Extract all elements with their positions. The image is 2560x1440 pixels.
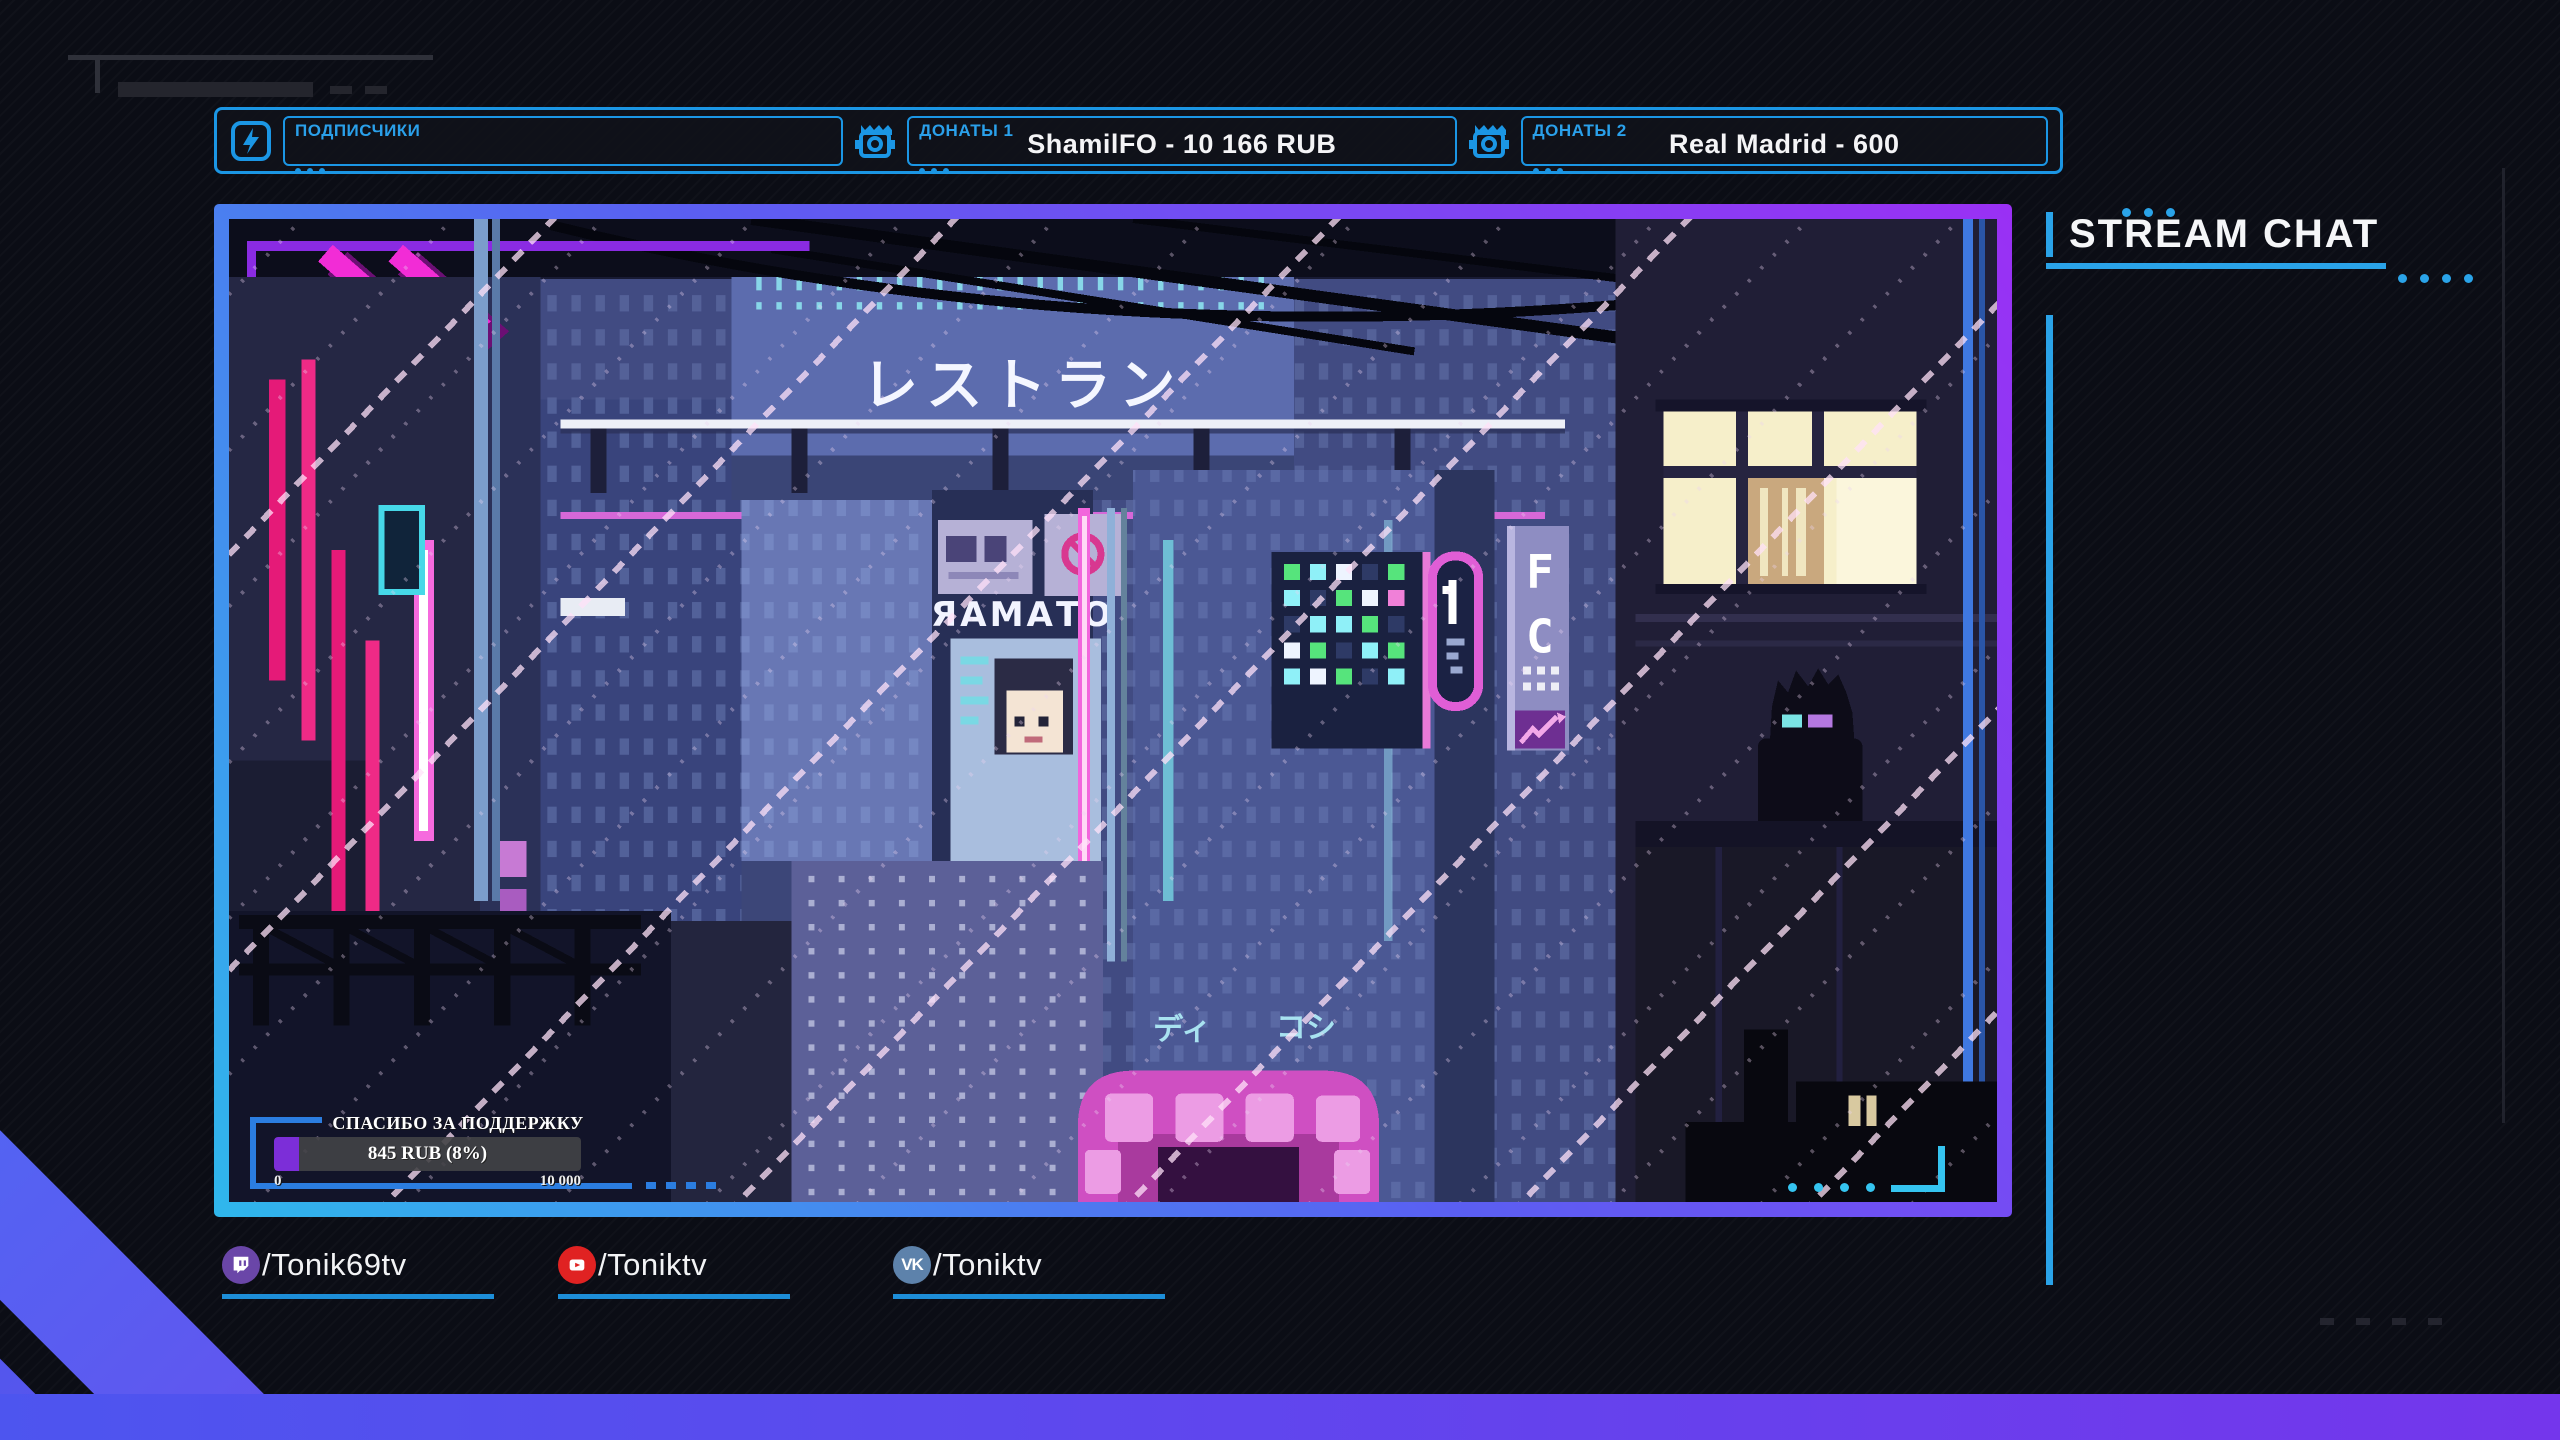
- twitch-icon: [222, 1246, 260, 1284]
- decor-line: [118, 82, 313, 97]
- donation-goal-widget: СПАСИБО ЗА ПОДДЕРЖКУ 845 RUB (8%) 0 10 0…: [250, 1113, 656, 1190]
- decor-line: [2502, 168, 2505, 1123]
- decor-dots: [646, 1182, 656, 1189]
- restaurant-sign-text: レストラン: [862, 354, 1183, 419]
- donations-1-widget: ДОНАТЫ 1 ShamilFO - 10 166 RUB: [907, 115, 1457, 174]
- goal-scale-min: 0: [274, 1173, 282, 1189]
- decor-dots: [295, 167, 301, 174]
- decor-dots: [2398, 274, 2407, 283]
- stream-chat-header: STREAM CHAT: [2046, 208, 2486, 283]
- decor-dash: [2428, 1318, 2442, 1325]
- social-underline: [558, 1294, 790, 1299]
- stream-chat-underline: [2046, 263, 2386, 269]
- video-frame: レストラン ЯАМАТО F C ディ コシ СПАСИБО ЗА ПОДДЕР…: [214, 204, 2012, 1217]
- decor-dots: [919, 167, 926, 174]
- social-handle: /Tonik69tv: [262, 1247, 407, 1282]
- stream-overlay-screen: ПОДПИСЧИКИ ДОНАТЫ 1 ShamilFO - 10 166 RU…: [0, 0, 2560, 1440]
- social-link-youtube[interactable]: /Toniktv: [558, 1246, 790, 1299]
- social-link-twitch[interactable]: /Tonik69tv: [222, 1246, 494, 1299]
- kana-sign-2: コシ: [1276, 1011, 1336, 1046]
- social-underline: [893, 1294, 1165, 1299]
- donation-goal-amount: 845 RUB (8%): [367, 1143, 488, 1164]
- decor-dash: [330, 86, 352, 94]
- donation-box-icon: [855, 124, 896, 158]
- decor-dots: [2122, 208, 2131, 217]
- donation-goal-title: СПАСИБО ЗА ПОДДЕРЖКУ: [332, 1113, 584, 1133]
- donations-2-value: Real Madrid - 600: [1668, 129, 1900, 159]
- decor-dash: [2392, 1318, 2406, 1325]
- video-area: レストラン ЯАМАТО F C ディ コシ СПАСИБО ЗА ПОДДЕР…: [229, 219, 1997, 1202]
- social-underline: [222, 1294, 494, 1299]
- donations-1-label: ДОНАТЫ 1: [919, 120, 1014, 140]
- decor-line: [95, 55, 100, 93]
- donations-1-value: ShamilFO - 10 166 RUB: [1027, 129, 1337, 159]
- donations-2-label: ДОНАТЫ 2: [1532, 120, 1627, 140]
- donation-goal-scale: 0 10 000: [274, 1173, 581, 1190]
- pixel-city-scene: レストラン ЯАМАТО F C ディ コシ: [229, 219, 1997, 1202]
- bolt-icon: [231, 120, 271, 161]
- goal-scale-max: 10 000: [539, 1173, 581, 1189]
- vk-icon: VK: [893, 1246, 931, 1284]
- youtube-icon: [558, 1246, 596, 1284]
- bottom-accent-bar: [0, 1394, 2560, 1440]
- decor-dash: [365, 86, 387, 94]
- stream-chat-left-border: [2046, 315, 2053, 1285]
- decor-dots: [1532, 167, 1539, 174]
- fc-sign-letter-c: C: [1526, 609, 1554, 663]
- decor-dash: [2356, 1318, 2370, 1325]
- kana-sign-1: ディ: [1153, 1013, 1211, 1048]
- decor-dash: [2320, 1318, 2334, 1325]
- stream-chat-title: STREAM CHAT: [2069, 212, 2380, 256]
- subscribers-label: ПОДПИСЧИКИ: [295, 120, 421, 140]
- decor-dots: [1866, 1183, 1875, 1192]
- subscribers-widget: ПОДПИСЧИКИ: [283, 115, 844, 174]
- donations-2-widget: ДОНАТЫ 2 Real Madrid - 600: [1520, 115, 2048, 174]
- frame-corner-accent: [1891, 1146, 1945, 1192]
- social-link-vk[interactable]: VK /Toniktv: [893, 1246, 1165, 1299]
- donation-box-icon: [1468, 124, 1509, 158]
- social-handle: /Toniktv: [598, 1247, 708, 1282]
- fc-sign-letter-f: F: [1526, 545, 1554, 599]
- decor-line: [68, 55, 433, 60]
- donation-goal-bar: 845 RUB (8%): [274, 1137, 581, 1171]
- social-handle: /Toniktv: [933, 1247, 1043, 1282]
- top-widgets-bar: ПОДПИСЧИКИ ДОНАТЫ 1 ShamilFO - 10 166 RU…: [214, 107, 2063, 174]
